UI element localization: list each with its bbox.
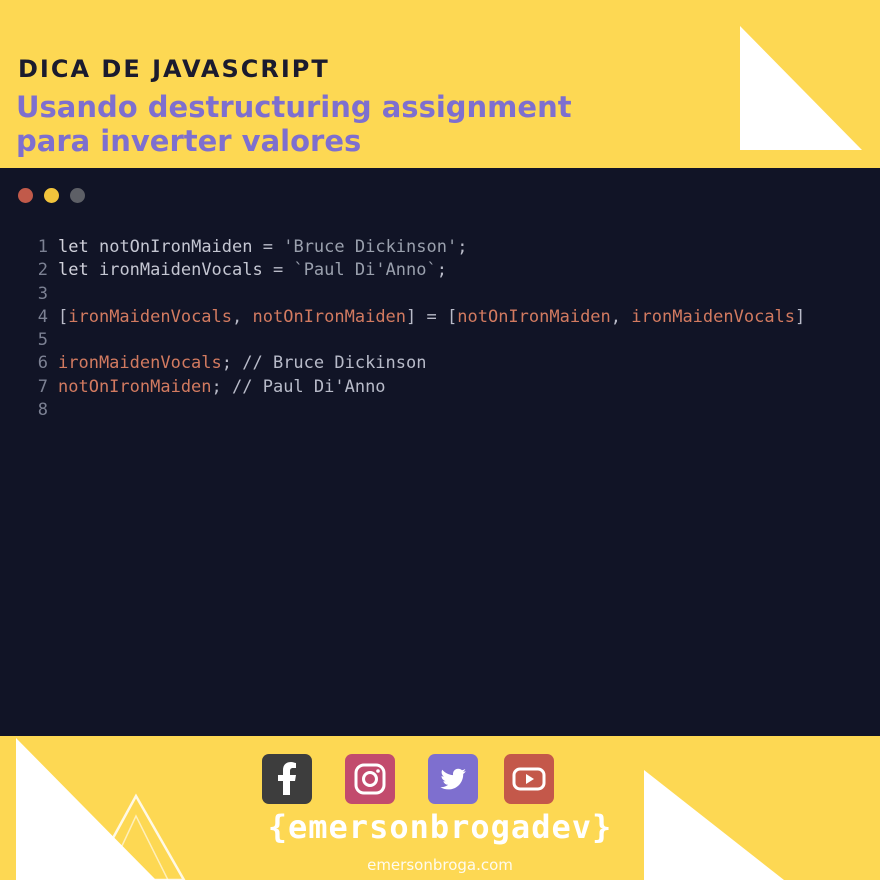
code-editor: 1 let notOnIronMaiden = 'Bruce Dickinson'… [0,168,880,736]
kicker-label: DICA DE JAVASCRIPT [18,55,330,83]
twitter-icon[interactable] [428,754,478,804]
semicolon: ; [457,237,468,257]
line-number: 8 [37,400,48,421]
semicolon: ; [436,260,447,281]
identifier: ironMaidenVocals [58,353,222,374]
line-number: 7 [37,376,48,397]
site-url[interactable]: emersonbroga.com [0,856,880,874]
identifier: notOnIronMaiden [252,306,407,327]
header: DICA DE JAVASCRIPT Usando destructuring … [0,0,880,168]
bracket: ] [795,306,806,327]
line-number: 1 [37,237,48,257]
close-dot-icon[interactable] [18,188,33,203]
semicolon: ; [221,353,233,374]
footer: {emersonbrogadev} emersonbroga.com [0,736,880,880]
operator: = [416,306,447,327]
comment: // Paul Di'Anno [221,376,386,397]
operator: = [262,260,294,281]
code-line-8: 8 [0,399,880,422]
string-literal: `Paul Di'Anno` [293,260,437,281]
decorative-triangle-top-right [740,26,862,150]
identifier: ironMaidenVocals [98,260,263,281]
keyword: let [58,260,89,281]
title-line-2: para inverter valores [16,124,362,158]
identifier: notOnIronMaiden [98,237,253,257]
code-line-6: 6 ironMaidenVocals; // Bruce Dickinson [0,352,880,375]
code-line-5: 5 [0,329,880,352]
code-line-1: 1 let notOnIronMaiden = 'Bruce Dickinson'… [0,236,880,259]
line-number: 2 [37,260,48,281]
code-line-7: 7 notOnIronMaiden; // Paul Di'Anno [0,376,880,399]
bracket: [ [447,306,458,327]
brand-name: {emersonbrogadev} [267,808,613,846]
minimize-dot-icon[interactable] [44,188,60,203]
facebook-icon[interactable] [262,754,312,804]
operator: = [252,237,284,257]
separator: , [610,306,632,327]
comment: // Bruce Dickinson [232,353,427,374]
separator: , [232,306,253,327]
line-number: 4 [37,306,48,327]
line-number: 3 [37,283,48,304]
string-literal: 'Bruce Dickinson' [283,237,458,257]
code-line-2: 2 let ironMaidenVocals = `Paul Di'Anno`; [0,259,880,282]
identifier: ironMaidenVocals [68,306,233,327]
maximize-dot-icon[interactable] [70,188,86,203]
window-controls [18,188,91,204]
youtube-icon[interactable] [504,754,554,804]
title-line-1: Usando destructuring assignment [16,90,572,124]
bracket: [ [58,306,69,327]
code-line-4: 4 [ironMaidenVocals, notOnIronMaiden] = [… [0,306,880,329]
identifier: notOnIronMaiden [457,306,611,327]
line-number: 6 [37,353,48,374]
code-line-3: 3 [0,283,880,306]
bracket: ] [406,306,417,327]
instagram-icon[interactable] [345,754,395,804]
identifier: ironMaidenVocals [631,306,796,327]
keyword: let [58,237,89,257]
line-number: 5 [37,330,48,351]
semicolon: ; [211,376,222,397]
identifier: notOnIronMaiden [58,376,212,397]
page-title: Usando destructuring assignment para inv… [16,90,716,158]
code-block: 1 let notOnIronMaiden = 'Bruce Dickinson'… [0,236,880,422]
